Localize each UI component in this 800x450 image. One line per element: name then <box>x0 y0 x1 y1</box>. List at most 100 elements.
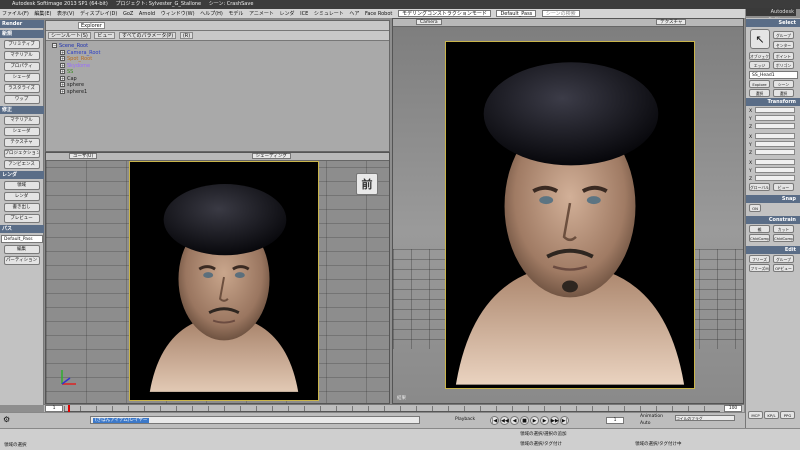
childcomp-button-2[interactable]: ChldComp <box>773 234 794 242</box>
selection-button-2[interactable]: 選択 <box>773 89 794 97</box>
scale-y-field[interactable] <box>755 115 795 121</box>
global-button[interactable]: グローバル <box>749 183 770 191</box>
timeline[interactable]: 1 100 <box>44 404 744 413</box>
viewport-shading-menu[interactable]: シェーディング <box>251 153 291 159</box>
new-wrap-button[interactable]: ワップ <box>3 95 40 104</box>
new-material-button[interactable]: マテリアル <box>3 51 40 60</box>
render-export-button[interactable]: 書き出し <box>3 203 40 212</box>
rotate-x-field[interactable] <box>755 133 795 139</box>
timeline-start-field[interactable]: 1 <box>45 405 63 412</box>
tree-node-sphere1[interactable]: + sphere1 <box>52 88 389 96</box>
modify-texture-button[interactable]: テクスチャ <box>3 138 40 147</box>
render-region-button[interactable]: 領域 <box>3 181 40 190</box>
transform-panel-header[interactable]: Transform <box>746 98 800 106</box>
pass-field[interactable]: Default_Pass <box>1 235 43 243</box>
select-panel-header[interactable]: Select <box>746 19 800 27</box>
group-edit-button[interactable]: グループ <box>773 255 794 263</box>
modify-ambience-button[interactable]: アンビエンス <box>3 160 40 169</box>
mode-select[interactable]: モデリングコンストラクションモード <box>397 10 491 17</box>
rotate-y-field[interactable] <box>755 141 795 147</box>
viewport-camera-menu[interactable]: ユーザ(U) <box>69 153 98 159</box>
next-key-icon[interactable]: ▶▶ <box>550 416 559 425</box>
layer-field[interactable]: (きほんアイテム)レイヤー <box>90 416 420 424</box>
tab-ppg[interactable]: PPG <box>780 411 795 419</box>
scene-button[interactable]: シーン <box>773 80 794 88</box>
new-rasterize-button[interactable]: ラスタライズ <box>3 84 40 93</box>
constrain-panel-header[interactable]: Constrain <box>746 216 800 224</box>
play-icon[interactable]: ▶ <box>530 416 539 425</box>
translate-x-field[interactable] <box>755 159 795 165</box>
timeline-end-field[interactable]: 100 <box>724 405 742 412</box>
edit-panel-header[interactable]: Edit <box>746 246 800 254</box>
scale-x-field[interactable] <box>755 107 795 113</box>
new-primitive-button[interactable]: プリミティブ <box>3 40 40 49</box>
expand-icon[interactable]: + <box>60 75 65 81</box>
rotate-z-field[interactable] <box>755 149 795 155</box>
expand-icon[interactable]: + <box>60 62 65 68</box>
explorer-dropdown[interactable]: Explorer <box>78 22 105 29</box>
snap-panel-header[interactable]: Snap <box>746 195 800 203</box>
menu-help[interactable]: ヘルプ(H) <box>200 11 223 17</box>
pass-select[interactable]: Default_Pass <box>496 10 537 17</box>
camera-view-menu[interactable]: Camera <box>416 19 442 25</box>
modify-shader-button[interactable]: シェーダ <box>3 127 40 136</box>
cut-button[interactable]: カット <box>773 225 794 233</box>
expand-icon[interactable]: + <box>60 56 65 61</box>
render-preview-button[interactable]: プレビュー <box>3 214 40 223</box>
explorer-tab-r[interactable]: (R) <box>179 32 194 39</box>
explorer-tab-view[interactable]: ビュー <box>94 32 116 39</box>
animation-field[interactable]: コイルのフラグ <box>675 415 735 421</box>
menu-simulate[interactable]: シミュレート <box>314 11 344 17</box>
pass-edit-button[interactable]: 編集 <box>3 245 40 254</box>
expand-icon[interactable]: + <box>60 88 65 94</box>
modify-projection-button[interactable]: プロジェクション <box>3 149 40 158</box>
op-view-button[interactable]: OPビュー <box>773 264 794 272</box>
translate-z-field[interactable] <box>755 175 795 181</box>
last-frame-icon[interactable]: ▶| <box>560 416 569 425</box>
menu-render[interactable]: レンダ <box>280 11 295 17</box>
modify-material-button[interactable]: マテリアル <box>3 116 40 125</box>
menu-model[interactable]: モデル <box>228 11 243 17</box>
render-toolbar-header[interactable]: Render <box>0 20 44 28</box>
render-button[interactable]: レンダ <box>3 192 40 201</box>
prev-key-icon[interactable]: ◀◀ <box>500 416 509 425</box>
new-property-button[interactable]: プロパティ <box>3 62 40 71</box>
view-cube-front[interactable]: 前 <box>356 173 378 195</box>
explore-button[interactable]: Explore <box>749 80 770 88</box>
menu-hair[interactable]: ヘア <box>349 11 359 17</box>
select-edge-button[interactable]: エッジ <box>749 61 770 69</box>
tab-mcp[interactable]: MCP <box>748 411 763 419</box>
viewport-camera[interactable]: Camera テクスチャ 結果 <box>392 18 744 404</box>
parent-button[interactable]: 親 <box>749 225 770 233</box>
viewport-user[interactable]: ユーザ(U) シェーディング 前 <box>45 152 390 404</box>
freeze-button[interactable]: フリーズ <box>749 255 770 263</box>
prev-frame-icon[interactable]: ◀ <box>510 416 519 425</box>
menu-arnold[interactable]: Arnold <box>139 11 155 17</box>
menu-face-robot[interactable]: Face Robot <box>365 11 392 17</box>
selection-button[interactable]: 選択 <box>749 89 770 97</box>
animation-label[interactable]: Animation <box>640 414 663 419</box>
auto-key-label[interactable]: Auto <box>640 421 650 426</box>
menu-file[interactable]: ファイル(F) <box>2 11 29 17</box>
explorer-tab-all-params[interactable]: すべてのパラメータ(P) <box>119 32 177 39</box>
select-object-button[interactable]: オブジェクト <box>749 52 770 60</box>
scene-search-input[interactable]: シーンの検索 <box>541 10 580 17</box>
explorer-tab-scene-root[interactable]: シーンルート(S) <box>48 32 91 39</box>
menu-display[interactable]: ディスプレイ(D) <box>80 11 117 17</box>
view-button[interactable]: ビュー <box>773 183 794 191</box>
menu-goz[interactable]: GoZ <box>123 11 133 17</box>
childcomp-button[interactable]: ChldComp <box>749 234 770 242</box>
selection-name-field[interactable]: SS_Head1 <box>749 71 798 79</box>
expand-icon[interactable]: + <box>60 69 65 74</box>
new-shader-button[interactable]: シェーダ <box>3 73 40 82</box>
pass-partition-button[interactable]: パーティション <box>3 256 40 265</box>
playback-label[interactable]: Playback <box>455 417 475 422</box>
expand-icon[interactable]: + <box>60 82 65 87</box>
stop-icon[interactable]: ■ <box>520 416 529 425</box>
scale-z-field[interactable] <box>755 123 795 129</box>
group-button[interactable]: グループ <box>773 31 794 39</box>
freeze-m-button[interactable]: フリーズM <box>749 264 770 272</box>
tab-kpl[interactable]: KP/L <box>764 411 779 419</box>
snap-on-toggle[interactable]: ON <box>749 204 761 212</box>
select-point-button[interactable]: ポイント <box>773 52 794 60</box>
